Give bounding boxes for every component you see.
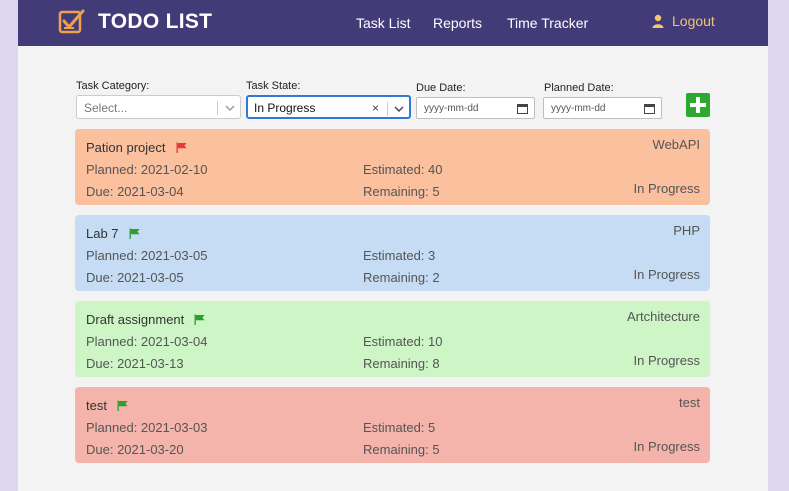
task-state: In Progress (633, 353, 700, 368)
calendar-icon[interactable] (644, 103, 655, 114)
navbar: TODO LIST Task List Reports Time Tracker… (18, 0, 768, 46)
task-category: test (679, 395, 700, 410)
logout-button[interactable]: Logout (652, 13, 715, 29)
brand-title: TODO LIST (98, 10, 213, 33)
task-due-date: Due: 2021-03-05 (86, 270, 184, 285)
task-estimated: Estimated: 3 (363, 248, 436, 263)
task-card[interactable]: Pation project WebAPI Planned: 2021-02-10 D… (75, 129, 710, 205)
task-title: Pation project (86, 140, 166, 155)
nav-task-list[interactable]: Task List (356, 14, 410, 32)
task-category: WebAPI (652, 137, 700, 152)
state-value: In Progress (254, 101, 316, 115)
due-date-placeholder: yyyy-mm-dd (424, 103, 479, 114)
task-due-date: Due: 2021-03-20 (86, 442, 184, 457)
task-category: PHP (673, 223, 700, 238)
task-planned-date: Planned: 2021-03-04 (86, 334, 208, 349)
task-due-date: Due: 2021-03-04 (86, 184, 184, 199)
state-label: Task State: (246, 80, 301, 92)
task-title: test (86, 398, 107, 413)
user-icon (652, 14, 664, 28)
app-container: TODO LIST Task List Reports Time Tracker… (18, 0, 768, 491)
task-state: In Progress (633, 181, 700, 196)
task-title-row: Lab 7 (86, 226, 140, 241)
task-planned-date: Planned: 2021-03-03 (86, 420, 208, 435)
task-card[interactable]: test test Planned: 2021-03-03 Due: 2021-03-… (75, 387, 710, 463)
checklist-logo-icon (58, 9, 85, 34)
planned-date-placeholder: yyyy-mm-dd (551, 103, 606, 114)
category-placeholder: Select... (84, 101, 128, 115)
task-remaining: Remaining: 8 (363, 356, 440, 371)
due-date-label: Due Date: (416, 82, 466, 94)
task-remaining: Remaining: 5 (363, 184, 440, 199)
category-label: Task Category: (76, 80, 150, 92)
select-separator (217, 101, 218, 115)
nav-time-tracker[interactable]: Time Tracker (507, 14, 588, 32)
task-estimated: Estimated: 10 (363, 334, 443, 349)
flag-icon (176, 142, 186, 153)
planned-date-input[interactable]: yyyy-mm-dd (543, 97, 662, 119)
chevron-down-icon (225, 105, 235, 111)
task-category: Artchitecture (627, 309, 700, 324)
task-state: In Progress (633, 439, 700, 454)
due-date-input[interactable]: yyyy-mm-dd (416, 97, 535, 119)
flag-icon (117, 400, 128, 411)
task-due-date: Due: 2021-03-13 (86, 356, 184, 371)
brand[interactable]: TODO LIST (58, 8, 212, 36)
task-estimated: Estimated: 40 (363, 162, 443, 177)
task-title: Lab 7 (86, 226, 119, 241)
task-planned-date: Planned: 2021-03-05 (86, 248, 208, 263)
select-separator (387, 102, 388, 116)
task-title-row: Draft assignment (86, 312, 205, 327)
clear-icon[interactable]: × (372, 101, 379, 115)
task-title-row: test (86, 398, 128, 413)
flag-icon (129, 228, 140, 239)
nav-reports[interactable]: Reports (433, 14, 482, 32)
task-title-row: Pation project (86, 140, 187, 155)
planned-date-label: Planned Date: (544, 82, 614, 94)
task-state: In Progress (633, 267, 700, 282)
chevron-down-icon[interactable] (394, 104, 404, 114)
task-title: Draft assignment (86, 312, 185, 327)
calendar-icon[interactable] (517, 103, 528, 114)
state-select[interactable]: In Progress × (246, 95, 411, 119)
task-card[interactable]: Draft assignment Artchitecture Planned: 20… (75, 301, 710, 377)
category-select[interactable]: Select... (76, 95, 241, 119)
task-estimated: Estimated: 5 (363, 420, 436, 435)
task-remaining: Remaining: 2 (363, 270, 440, 285)
plus-icon (690, 97, 706, 113)
task-remaining: Remaining: 5 (363, 442, 440, 457)
logout-label: Logout (672, 13, 715, 29)
task-planned-date: Planned: 2021-02-10 (86, 162, 208, 177)
flag-icon (194, 314, 205, 325)
task-card[interactable]: Lab 7 PHP Planned: 2021-03-05 Due: 2021-03-… (75, 215, 710, 291)
add-task-button[interactable] (686, 93, 710, 117)
